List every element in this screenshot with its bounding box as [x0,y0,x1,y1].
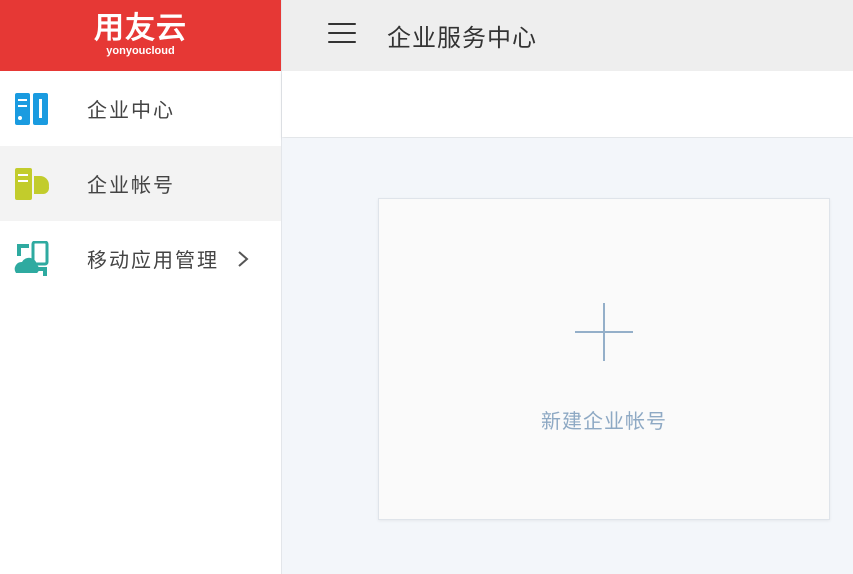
sidebar-item-label: 移动应用管理 [87,248,219,272]
app-window: 用友云 yonyoucloud 企业中心 企业帐号 移动应用管理 企业服务中心 … [0,0,853,574]
top-header: 企业服务中心 [282,0,853,71]
sidebar-item-label: 企业帐号 [87,173,175,197]
sidebar-item-mobile-app-management[interactable]: 移动应用管理 [0,221,281,296]
chevron-right-icon [238,250,249,267]
sidebar-item-label: 企业中心 [87,98,175,122]
enterprise-account-icon [15,167,49,200]
enterprise-center-icon [15,92,48,125]
sub-toolbar [282,71,853,137]
logo-text-cn: 用友云 [94,11,187,46]
logo-text-en: yonyoucloud [106,45,175,57]
logo: 用友云 yonyoucloud [0,0,281,71]
mobile-app-icon [14,240,49,276]
new-enterprise-account-card[interactable]: 新建企业帐号 [378,198,830,520]
sidebar-item-enterprise-account[interactable]: 企业帐号 [0,146,281,221]
new-enterprise-account-label: 新建企业帐号 [541,409,667,433]
main-content: 新建企业帐号 [282,138,853,574]
hamburger-line [328,23,356,25]
hamburger-line [328,32,356,34]
plus-icon [575,303,633,361]
page-title: 企业服务中心 [387,24,537,52]
menu-toggle-button[interactable] [328,23,356,47]
hamburger-line [328,41,356,43]
sidebar: 用友云 yonyoucloud 企业中心 企业帐号 移动应用管理 [0,0,282,574]
sidebar-item-enterprise-center[interactable]: 企业中心 [0,71,281,146]
